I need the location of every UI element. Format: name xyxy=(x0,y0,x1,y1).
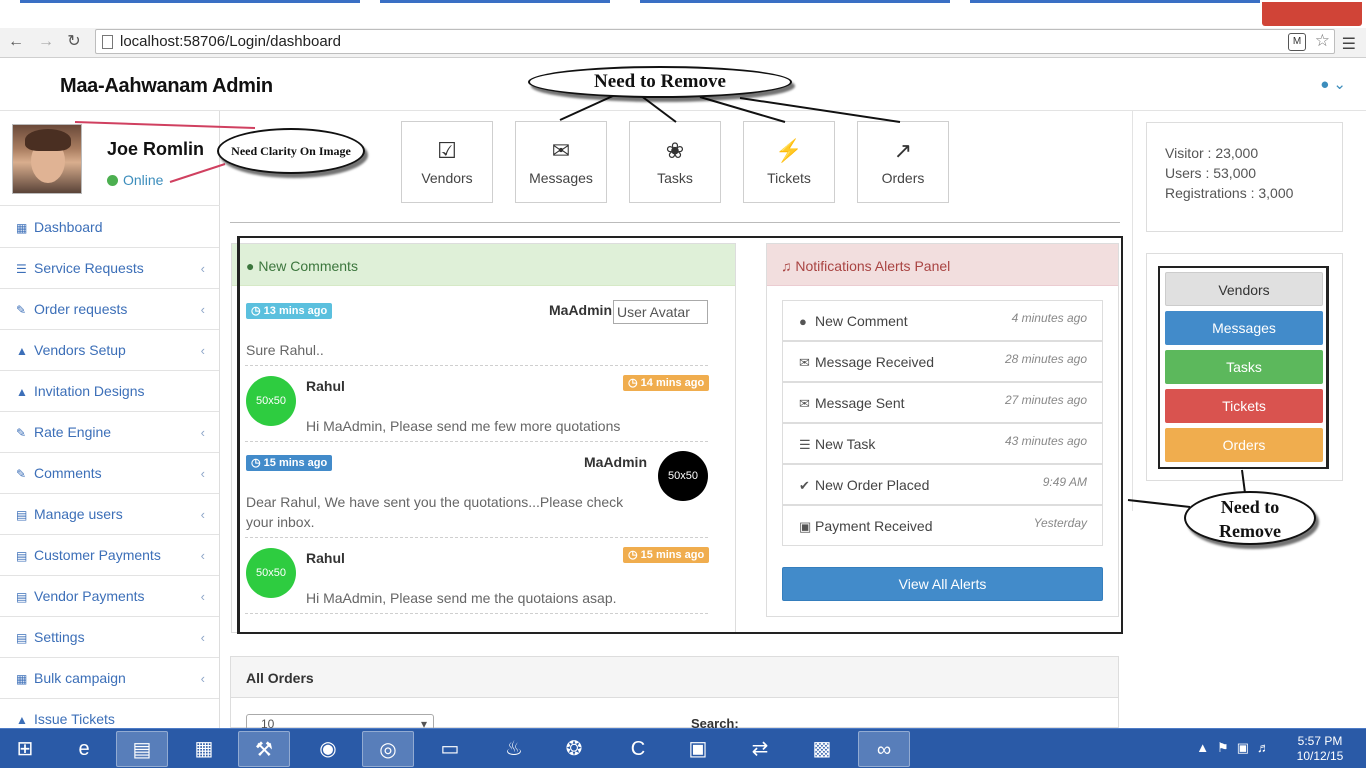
ccleaner-icon[interactable]: C xyxy=(612,731,664,767)
server-icon[interactable]: ▩ xyxy=(796,731,848,767)
clock-date: 10/12/15 xyxy=(1296,749,1344,763)
safari-icon[interactable]: ❂ xyxy=(548,731,600,767)
calculator-icon[interactable]: ▦ xyxy=(178,731,230,767)
annotation-need-to-remove: Need to Remove xyxy=(528,66,792,98)
annotation-need-to-remove-right: Need to Remove xyxy=(1184,491,1316,545)
system-tray[interactable]: ▲⚑▣♬ xyxy=(1196,740,1278,756)
annotation-text: Need to Remove xyxy=(594,71,726,92)
firefox-icon[interactable]: ◉ xyxy=(302,731,354,767)
annotation-text: Remove xyxy=(1219,521,1281,541)
clock[interactable]: 5:57 PM 10/12/15 xyxy=(1290,734,1350,764)
chrome-icon[interactable]: ◎ xyxy=(362,731,414,767)
ftp-icon[interactable]: ⇄ xyxy=(734,731,786,767)
start-button[interactable]: ⊞ xyxy=(0,731,50,767)
tools-icon[interactable]: ⚒ xyxy=(238,731,290,767)
control-panel-icon[interactable]: ▣ xyxy=(672,731,724,767)
annotation-text: Need to xyxy=(1220,497,1280,517)
annotation-lines xyxy=(74,94,1246,508)
explorer-icon[interactable]: ▤ xyxy=(116,731,168,767)
annotation-need-clarity: Need Clarity On Image xyxy=(217,128,365,174)
paint-icon[interactable]: ♨ xyxy=(488,731,540,767)
clock-time: 5:57 PM xyxy=(1297,734,1343,748)
visual-studio-icon[interactable]: ∞ xyxy=(858,731,910,767)
ie-icon[interactable]: e xyxy=(58,731,110,767)
notes-icon[interactable]: ▭ xyxy=(424,731,476,767)
windows-taskbar: ⊞ e ▤ ▦ ⚒ ◉ ◎ ▭ ♨ ❂ C ▣ ⇄ ▩ ∞ ▲⚑▣♬ 5:57 … xyxy=(0,728,1366,768)
annotation-text: Need Clarity On Image xyxy=(231,144,351,158)
